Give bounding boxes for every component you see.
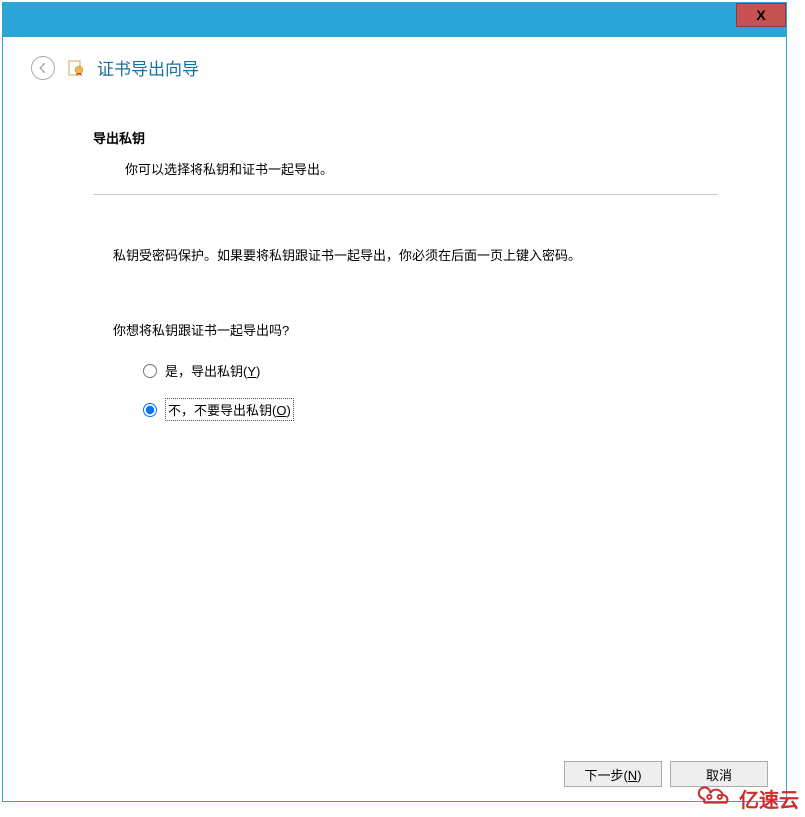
watermark-text: 亿速云: [739, 784, 799, 813]
radio-no-input[interactable]: [143, 403, 157, 417]
radio-yes-label[interactable]: 是，导出私钥(Y): [165, 361, 260, 380]
radio-option-yes[interactable]: 是，导出私钥(Y): [143, 361, 718, 380]
back-arrow-icon: [36, 61, 50, 75]
back-button[interactable]: [31, 56, 55, 80]
watermark-cloud-icon: [697, 783, 735, 813]
divider: [93, 194, 718, 195]
titlebar: X: [3, 3, 786, 37]
info-text: 私钥受密码保护。如果要将私钥跟证书一起导出，你必须在后面一页上键入密码。: [113, 245, 718, 264]
wizard-title: 证书导出向导: [97, 55, 199, 80]
radio-yes-input[interactable]: [143, 364, 157, 378]
next-button[interactable]: 下一步(N): [564, 761, 662, 787]
radio-option-no[interactable]: 不，不要导出私钥(O): [143, 398, 718, 421]
wizard-window: X 证书导出向导 导出私钥 你可以选择将私钥和证书一起导出。 私钥受密码保护。如…: [2, 2, 787, 802]
question-text: 你想将私钥跟证书一起导出吗?: [113, 320, 718, 339]
radio-group: 是，导出私钥(Y) 不，不要导出私钥(O): [143, 361, 718, 421]
certificate-icon: [67, 59, 85, 77]
radio-no-label[interactable]: 不，不要导出私钥(O): [165, 398, 294, 421]
wizard-header: 证书导出向导: [3, 37, 786, 90]
section-title: 导出私钥: [93, 128, 718, 147]
close-button[interactable]: X: [736, 3, 786, 27]
watermark: 亿速云: [697, 783, 799, 813]
section-description: 你可以选择将私钥和证书一起导出。: [125, 159, 718, 178]
content-area: 导出私钥 你可以选择将私钥和证书一起导出。 私钥受密码保护。如果要将私钥跟证书一…: [3, 90, 786, 459]
close-icon: X: [756, 7, 765, 23]
